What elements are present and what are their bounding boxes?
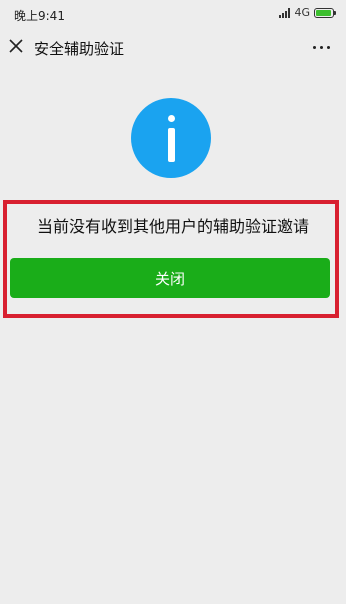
- message-text: 当前没有收到其他用户的辅助验证邀请: [36, 217, 309, 236]
- status-bar: 晚上9:41 4G: [0, 0, 346, 30]
- status-indicators: 4G: [279, 6, 336, 19]
- more-icon[interactable]: [313, 46, 330, 49]
- battery-icon: [314, 7, 336, 18]
- signal-icon: [279, 7, 291, 18]
- close-icon[interactable]: [9, 39, 23, 53]
- network-type: 4G: [294, 6, 310, 19]
- close-button[interactable]: 关闭: [10, 258, 330, 298]
- page-title: 安全辅助验证: [34, 40, 125, 58]
- status-time: 晚上9:41: [14, 9, 65, 23]
- info-icon: [131, 98, 211, 178]
- nav-bar: 安全辅助验证: [0, 30, 346, 66]
